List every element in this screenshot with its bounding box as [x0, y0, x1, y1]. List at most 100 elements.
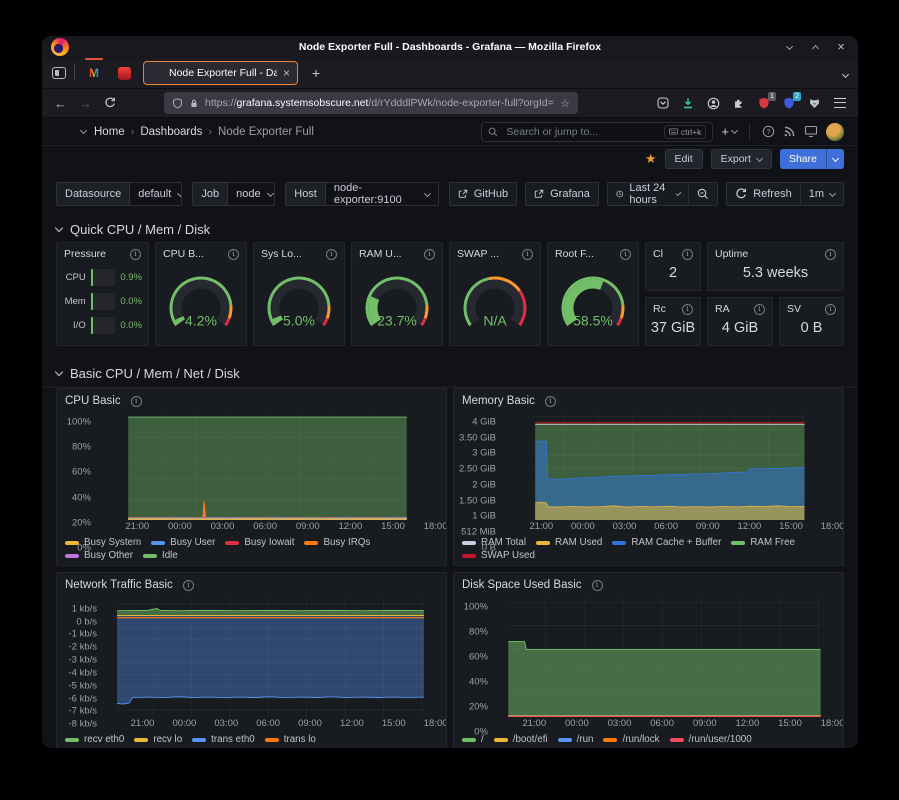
- legend-item[interactable]: Idle: [143, 550, 178, 561]
- reload-icon[interactable]: [104, 97, 116, 109]
- legend-item[interactable]: RAM Cache + Buffer: [612, 537, 721, 548]
- info-icon[interactable]: [424, 249, 435, 260]
- chart-plot[interactable]: [103, 597, 438, 717]
- time-range-picker[interactable]: Last 24 hours: [608, 183, 688, 205]
- panel-cpu-busy-gauge[interactable]: CPU B... 4.2%: [155, 242, 247, 346]
- section-basic-cpu-mem-net-disk[interactable]: Basic CPU / Mem / Net / Disk: [42, 358, 858, 386]
- panel-root-fs-gauge[interactable]: Root F... 58.5%: [547, 242, 639, 346]
- legend-item[interactable]: trans lo: [265, 734, 316, 745]
- active-tab[interactable]: Node Exporter Full - Dashbo: [143, 61, 298, 85]
- monitor-icon[interactable]: [804, 125, 818, 138]
- panel-memory-basic[interactable]: Memory Basic 0 B512 MiB1 GiB1.50 GiB2 Gi…: [453, 388, 844, 566]
- info-icon[interactable]: [754, 304, 765, 315]
- github-link-button[interactable]: GitHub: [449, 182, 517, 206]
- export-button[interactable]: Export: [711, 149, 772, 169]
- refresh-interval-picker[interactable]: 1m: [800, 183, 843, 205]
- chart-plot[interactable]: [502, 413, 835, 520]
- info-icon[interactable]: [545, 396, 556, 407]
- tab-close-icon[interactable]: [283, 64, 290, 82]
- chart-plot[interactable]: [494, 597, 835, 717]
- legend-item[interactable]: trans eth0: [192, 734, 255, 745]
- panel-swap-used-gauge[interactable]: SWAP ... N/A: [449, 242, 541, 346]
- search-box[interactable]: ctrl+k: [481, 122, 713, 142]
- panel-stat-swap-total[interactable]: SV 0 B: [779, 297, 844, 346]
- search-input[interactable]: [504, 125, 657, 139]
- bookmark-star-icon[interactable]: [560, 97, 570, 110]
- panel-stat-uptime[interactable]: Uptime 5.3 weeks: [707, 242, 844, 291]
- info-icon[interactable]: [183, 580, 194, 591]
- section-quick-cpu-mem-disk[interactable]: Quick CPU / Mem / Disk: [42, 214, 858, 242]
- pinned-tab-gmail[interactable]: M: [83, 62, 105, 84]
- panel-stat-cores[interactable]: Cl 2: [645, 242, 701, 291]
- downloads-icon[interactable]: [682, 97, 694, 109]
- legend-item[interactable]: Busy Other: [65, 550, 133, 561]
- edit-button[interactable]: Edit: [665, 149, 703, 169]
- account-icon[interactable]: [707, 97, 720, 110]
- legend-item[interactable]: /boot/efi: [494, 734, 548, 745]
- info-icon[interactable]: [130, 249, 141, 260]
- info-icon[interactable]: [326, 249, 337, 260]
- legend-item[interactable]: Busy Iowait: [225, 537, 294, 548]
- favorite-star-icon[interactable]: [645, 150, 657, 168]
- help-icon[interactable]: ?: [762, 125, 775, 138]
- info-icon[interactable]: [522, 249, 533, 260]
- legend-item[interactable]: Busy IRQs: [304, 537, 370, 548]
- pinned-tab-2[interactable]: [113, 62, 135, 84]
- panel-sys-load-gauge[interactable]: Sys Lo... 5.0%: [253, 242, 345, 346]
- url-bar[interactable]: https://grafana.systemsobscure.net/d/rYd…: [164, 92, 578, 114]
- info-icon[interactable]: [682, 249, 693, 260]
- info-icon[interactable]: [131, 396, 142, 407]
- legend-item[interactable]: /run/lock: [603, 734, 659, 745]
- datasource-select[interactable]: default: [130, 183, 182, 205]
- info-icon[interactable]: [825, 249, 836, 260]
- grafana-link-button[interactable]: Grafana: [525, 182, 599, 206]
- panel-cpu-basic[interactable]: CPU Basic 0%20%40%60%80%100% 21:0000:000…: [56, 388, 447, 566]
- extension-shield-red[interactable]: 1: [758, 97, 770, 110]
- legend-item[interactable]: /run/user/1000: [670, 734, 752, 745]
- extension-shield-blue[interactable]: 2: [783, 97, 795, 110]
- list-all-tabs-icon[interactable]: [843, 64, 848, 82]
- share-button[interactable]: Share: [780, 149, 844, 169]
- refresh-button[interactable]: Refresh: [727, 183, 800, 205]
- back-button[interactable]: ←: [54, 97, 67, 110]
- forward-button[interactable]: →: [79, 97, 92, 110]
- info-icon[interactable]: [825, 304, 836, 315]
- breadcrumb-item[interactable]: Home: [94, 126, 125, 138]
- user-avatar[interactable]: [826, 123, 844, 141]
- legend-item[interactable]: /run: [558, 734, 594, 745]
- menu-hamburger-icon[interactable]: [834, 98, 846, 108]
- share-label[interactable]: Share: [780, 149, 826, 169]
- panel-disk-space-used-basic[interactable]: Disk Space Used Basic 0%20%40%60%80%100%…: [453, 572, 844, 748]
- panel-stat-ram-total[interactable]: RA 4 GiB: [707, 297, 773, 346]
- share-dropdown[interactable]: [826, 149, 844, 169]
- chart-plot[interactable]: [97, 413, 438, 520]
- panel-pressure[interactable]: Pressure CPU0.9%Mem0.0%I/O0.0%: [56, 242, 149, 346]
- legend-item[interactable]: recv lo: [134, 734, 182, 745]
- info-icon[interactable]: [620, 249, 631, 260]
- legend-item[interactable]: SWAP Used: [462, 550, 535, 561]
- legend-item[interactable]: RAM Used: [536, 537, 602, 548]
- info-icon[interactable]: [592, 580, 603, 591]
- wolf-extension-icon[interactable]: [808, 97, 821, 109]
- legend-item[interactable]: Busy User: [151, 537, 215, 548]
- window-minimize-button[interactable]: [784, 42, 794, 52]
- panel-stat-rootfs-total[interactable]: Rc 37 GiB: [645, 297, 701, 346]
- extensions-puzzle-icon[interactable]: [733, 97, 745, 109]
- shield-permissions-icon[interactable]: [172, 98, 183, 109]
- add-panel-button[interactable]: [721, 123, 737, 141]
- new-tab-button[interactable]: [306, 63, 326, 83]
- panel-ram-used-gauge[interactable]: RAM U... 23.7%: [351, 242, 443, 346]
- info-icon[interactable]: [228, 249, 239, 260]
- pocket-icon[interactable]: [657, 97, 669, 109]
- zoom-out-button[interactable]: [688, 183, 717, 205]
- breadcrumb-item[interactable]: Node Exporter Full: [218, 126, 314, 138]
- lock-icon[interactable]: [189, 98, 199, 109]
- org-switcher-chevron-icon[interactable]: [80, 127, 87, 134]
- grafana-logo-icon[interactable]: [56, 123, 73, 140]
- window-maximize-button[interactable]: [810, 42, 820, 52]
- host-select[interactable]: node-exporter:9100: [326, 183, 438, 205]
- info-icon[interactable]: [682, 304, 693, 315]
- legend-item[interactable]: recv eth0: [65, 734, 124, 745]
- panel-network-traffic-basic[interactable]: Network Traffic Basic 1 kb/s0 b/s-1 kb/s…: [56, 572, 447, 748]
- job-select[interactable]: node: [228, 183, 275, 205]
